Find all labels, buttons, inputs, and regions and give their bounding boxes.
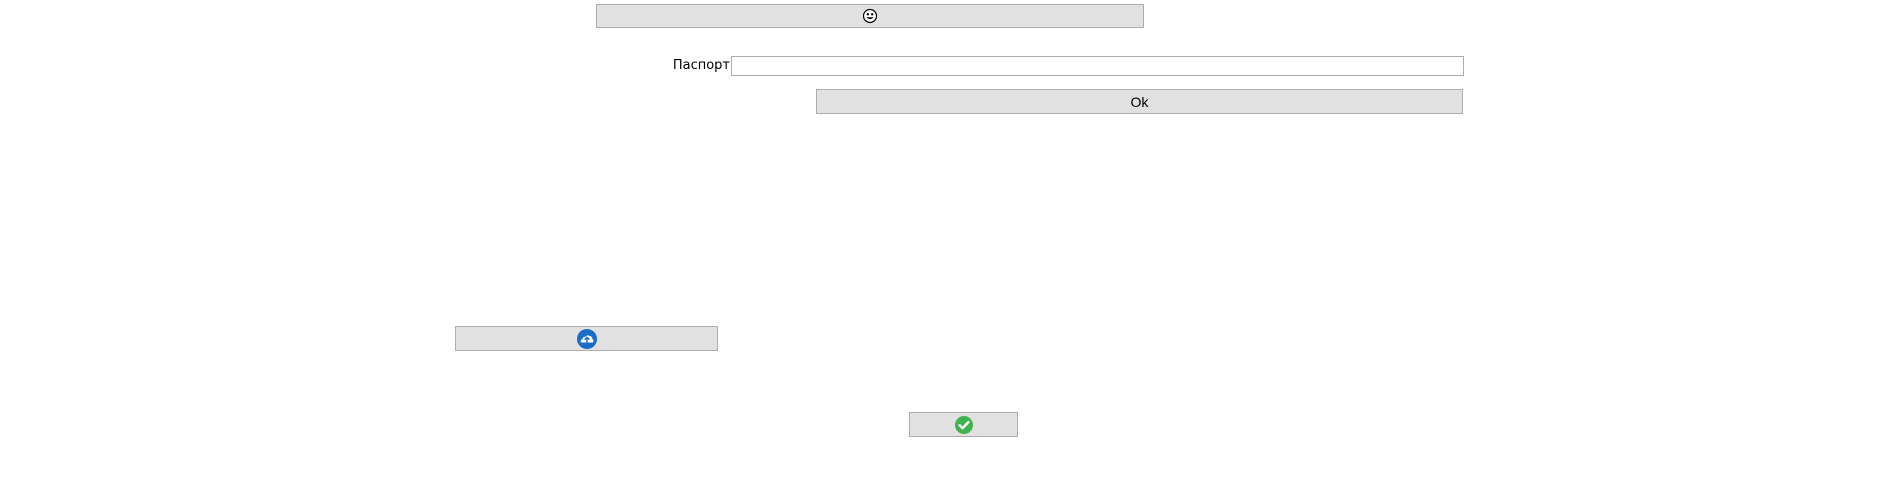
passport-label: Паспорт bbox=[672, 58, 730, 73]
smiley-button[interactable] bbox=[596, 4, 1144, 28]
cloud-upload-button[interactable] bbox=[455, 326, 718, 351]
passport-input[interactable] bbox=[731, 56, 1464, 76]
checkmark-icon bbox=[954, 415, 974, 435]
ok-button[interactable]: Ok bbox=[816, 89, 1463, 114]
smiley-icon bbox=[862, 8, 878, 24]
confirm-button[interactable] bbox=[909, 412, 1018, 437]
cloud-upload-icon bbox=[576, 328, 598, 350]
ok-button-label: Ok bbox=[1130, 93, 1149, 110]
